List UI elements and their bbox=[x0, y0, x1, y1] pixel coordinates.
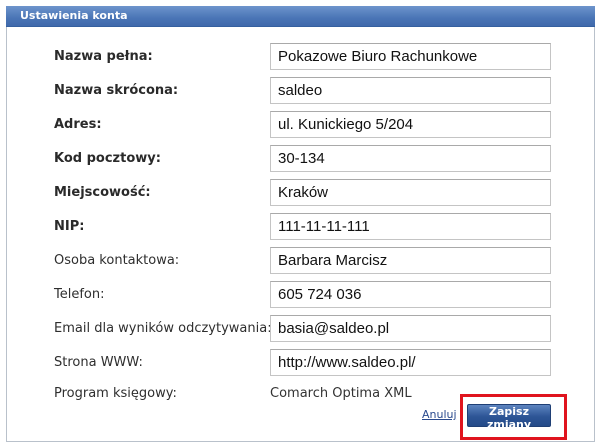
postal-code-label: Kod pocztowy: bbox=[54, 151, 161, 166]
contact-person-field[interactable] bbox=[270, 247, 551, 274]
phone-field[interactable] bbox=[270, 281, 551, 308]
address-label: Adres: bbox=[54, 117, 102, 132]
full-name-field[interactable] bbox=[270, 43, 551, 70]
short-name-field[interactable] bbox=[270, 77, 551, 104]
city-label: Miejscowość: bbox=[54, 185, 151, 200]
email-label: Email dla wyników odczytywania: bbox=[54, 321, 272, 336]
full-name-label: Nazwa pełna: bbox=[54, 49, 153, 64]
panel-title: Ustawienia konta bbox=[20, 9, 128, 22]
panel-header: Ustawienia konta bbox=[6, 6, 595, 27]
nip-field[interactable] bbox=[270, 213, 551, 240]
nip-label: NIP: bbox=[54, 219, 85, 234]
address-field[interactable] bbox=[270, 111, 551, 138]
postal-code-field[interactable] bbox=[270, 145, 551, 172]
website-field[interactable] bbox=[270, 349, 551, 376]
cancel-link[interactable]: Anuluj bbox=[422, 408, 457, 421]
contact-person-label: Osoba kontaktowa: bbox=[54, 253, 180, 268]
city-field[interactable] bbox=[270, 179, 551, 206]
phone-label: Telefon: bbox=[54, 287, 105, 302]
short-name-label: Nazwa skrócona: bbox=[54, 83, 179, 98]
website-label: Strona WWW: bbox=[54, 355, 143, 370]
accounting-program-value: Comarch Optima XML bbox=[270, 386, 412, 401]
email-field[interactable] bbox=[270, 315, 551, 342]
save-changes-button[interactable]: Zapisz zmiany bbox=[467, 404, 551, 431]
accounting-program-label: Program księgowy: bbox=[54, 386, 177, 401]
